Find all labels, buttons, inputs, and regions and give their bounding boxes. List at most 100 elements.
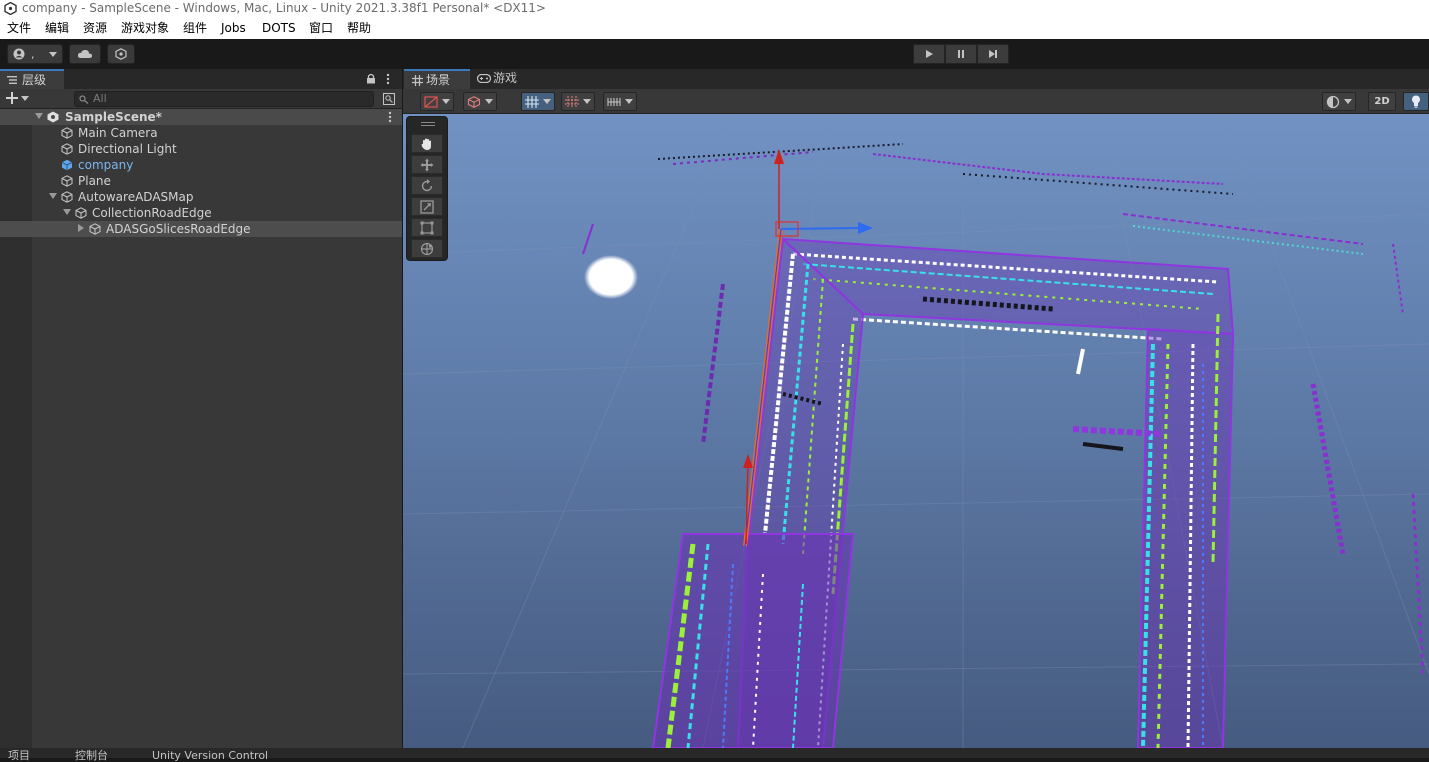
step-icon (989, 50, 997, 58)
plus-icon (6, 92, 18, 104)
item-label: CollectionRoadEdge (92, 206, 212, 220)
hierarchy-item-adasgoslicesroadedge[interactable]: ADASGoSlicesRoadEdge (0, 221, 402, 237)
increment-snap-dropdown[interactable] (603, 92, 637, 111)
item-label: Main Camera (78, 126, 158, 140)
tab-console[interactable]: 控制台 (75, 750, 108, 762)
rect-tool-button[interactable] (411, 218, 443, 237)
tab-version-control[interactable]: Unity Version Control (152, 750, 268, 762)
cloud-button[interactable] (69, 44, 101, 64)
hierarchy-item-plane[interactable]: Plane (0, 173, 402, 189)
hierarchy-item-directional-light[interactable]: Directional Light (0, 141, 402, 157)
pause-button[interactable] (945, 44, 977, 64)
menu-edit[interactable]: 编辑 (45, 17, 69, 39)
tab-scene[interactable]: 场景 (404, 69, 470, 89)
gameobject-icon (75, 207, 87, 219)
scene-toolbar: 2D (403, 89, 1429, 114)
expand-arrow-icon[interactable] (35, 113, 43, 119)
account-label: , (31, 47, 35, 61)
tab-game[interactable]: 游戏 (471, 69, 531, 89)
unity-logo-icon (4, 2, 17, 15)
item-label: ADASGoSlicesRoadEdge (106, 222, 251, 236)
grid-snap-icon (525, 95, 539, 108)
chevron-down-icon (1344, 99, 1352, 104)
hierarchy-item-company[interactable]: company (0, 157, 402, 173)
menu-jobs[interactable]: Jobs (221, 17, 246, 39)
render-mode-dropdown[interactable] (463, 92, 497, 111)
scene-name: SampleScene* (65, 110, 162, 124)
hierarchy-search-input[interactable]: All (74, 91, 374, 107)
chevron-down-icon (48, 51, 57, 57)
chevron-down-icon (21, 95, 29, 101)
scene-lighting-toggle[interactable] (1403, 92, 1429, 111)
pause-icon (958, 50, 964, 58)
draw-mode-dropdown[interactable] (420, 92, 454, 111)
window-title-bar: company - SampleScene - Windows, Mac, Li… (0, 0, 1429, 17)
scene-view-panel: 场景 游戏 2D (403, 69, 1429, 748)
menu-window[interactable]: 窗口 (309, 17, 333, 39)
account-dropdown[interactable]: , (7, 44, 63, 64)
move-tool-button[interactable] (411, 155, 443, 174)
tab-hierarchy[interactable]: 层级 (0, 69, 64, 89)
scene-more-icon[interactable] (388, 111, 392, 123)
menu-assets[interactable]: 资源 (83, 17, 107, 39)
toggle-2d-button[interactable]: 2D (1368, 92, 1396, 111)
playmode-controls (913, 44, 1009, 64)
scene-tab-bar: 场景 游戏 (403, 69, 1429, 89)
menu-dots[interactable]: DOTS (262, 17, 296, 39)
lighting-dropdown[interactable] (1322, 92, 1356, 111)
cloud-icon (77, 49, 93, 58)
transform-tool-button[interactable] (411, 239, 443, 258)
scene-viewport[interactable] (403, 114, 1429, 748)
bottom-tab-bar: 项目 控制台 Unity Version Control (0, 748, 1429, 762)
scale-icon (420, 199, 434, 214)
directional-light-gizmo (584, 255, 638, 299)
lock-icon[interactable] (366, 73, 376, 84)
hierarchy-scene-row[interactable]: SampleScene* (0, 109, 402, 125)
tab-scene-label: 场景 (426, 73, 451, 87)
collapse-arrow-icon[interactable] (78, 224, 84, 232)
menu-file[interactable]: 文件 (7, 17, 31, 39)
tab-project[interactable]: 项目 (8, 750, 30, 762)
hierarchy-item-collectionroadedge[interactable]: CollectionRoadEdge (0, 205, 402, 221)
window-title: company - SampleScene - Windows, Mac, Li… (22, 1, 546, 15)
menu-gameobject[interactable]: 游戏对象 (121, 17, 169, 39)
tab-hierarchy-label: 层级 (22, 73, 47, 87)
create-dropdown[interactable] (6, 92, 29, 104)
chevron-down-icon (442, 99, 450, 104)
ruler-icon (607, 97, 621, 106)
chevron-down-icon (485, 99, 493, 104)
scale-tool-button[interactable] (411, 197, 443, 216)
hierarchy-toolbar: All (0, 89, 402, 109)
combined-transform-icon (420, 242, 434, 255)
snap-dropdown[interactable] (561, 92, 595, 111)
expand-arrow-icon[interactable] (49, 193, 57, 199)
snap-icon (565, 95, 579, 108)
hierarchy-list-icon (7, 76, 17, 84)
tool-palette (406, 116, 448, 261)
play-button[interactable] (913, 44, 945, 64)
collab-button[interactable] (107, 44, 135, 64)
tab-game-label: 游戏 (493, 71, 518, 85)
chevron-down-icon (583, 99, 591, 104)
menu-component[interactable]: 组件 (183, 17, 207, 39)
hierarchy-item-main-camera[interactable]: Main Camera (0, 125, 402, 141)
rotate-tool-button[interactable] (411, 176, 443, 195)
move-icon (420, 158, 434, 171)
gizmos-toggle[interactable] (521, 92, 555, 111)
gameobject-icon (61, 143, 73, 155)
search-by-type-icon[interactable] (383, 93, 395, 105)
menu-help[interactable]: 帮助 (347, 17, 371, 39)
cube-icon (467, 95, 481, 108)
chevron-down-icon (625, 99, 633, 104)
rotate-icon (421, 178, 433, 191)
more-options-icon[interactable] (386, 73, 390, 85)
gameobject-icon (89, 223, 101, 235)
hierarchy-tab-bar: 层级 (0, 69, 402, 89)
hand-tool-button[interactable] (411, 134, 443, 153)
drag-handle-icon[interactable] (421, 122, 435, 126)
main-toolbar: , (0, 39, 1429, 69)
search-placeholder: All (93, 92, 107, 105)
step-button[interactable] (977, 44, 1009, 64)
expand-arrow-icon[interactable] (63, 209, 71, 215)
hierarchy-item-autowareadasmap[interactable]: AutowareADASMap (0, 189, 402, 205)
